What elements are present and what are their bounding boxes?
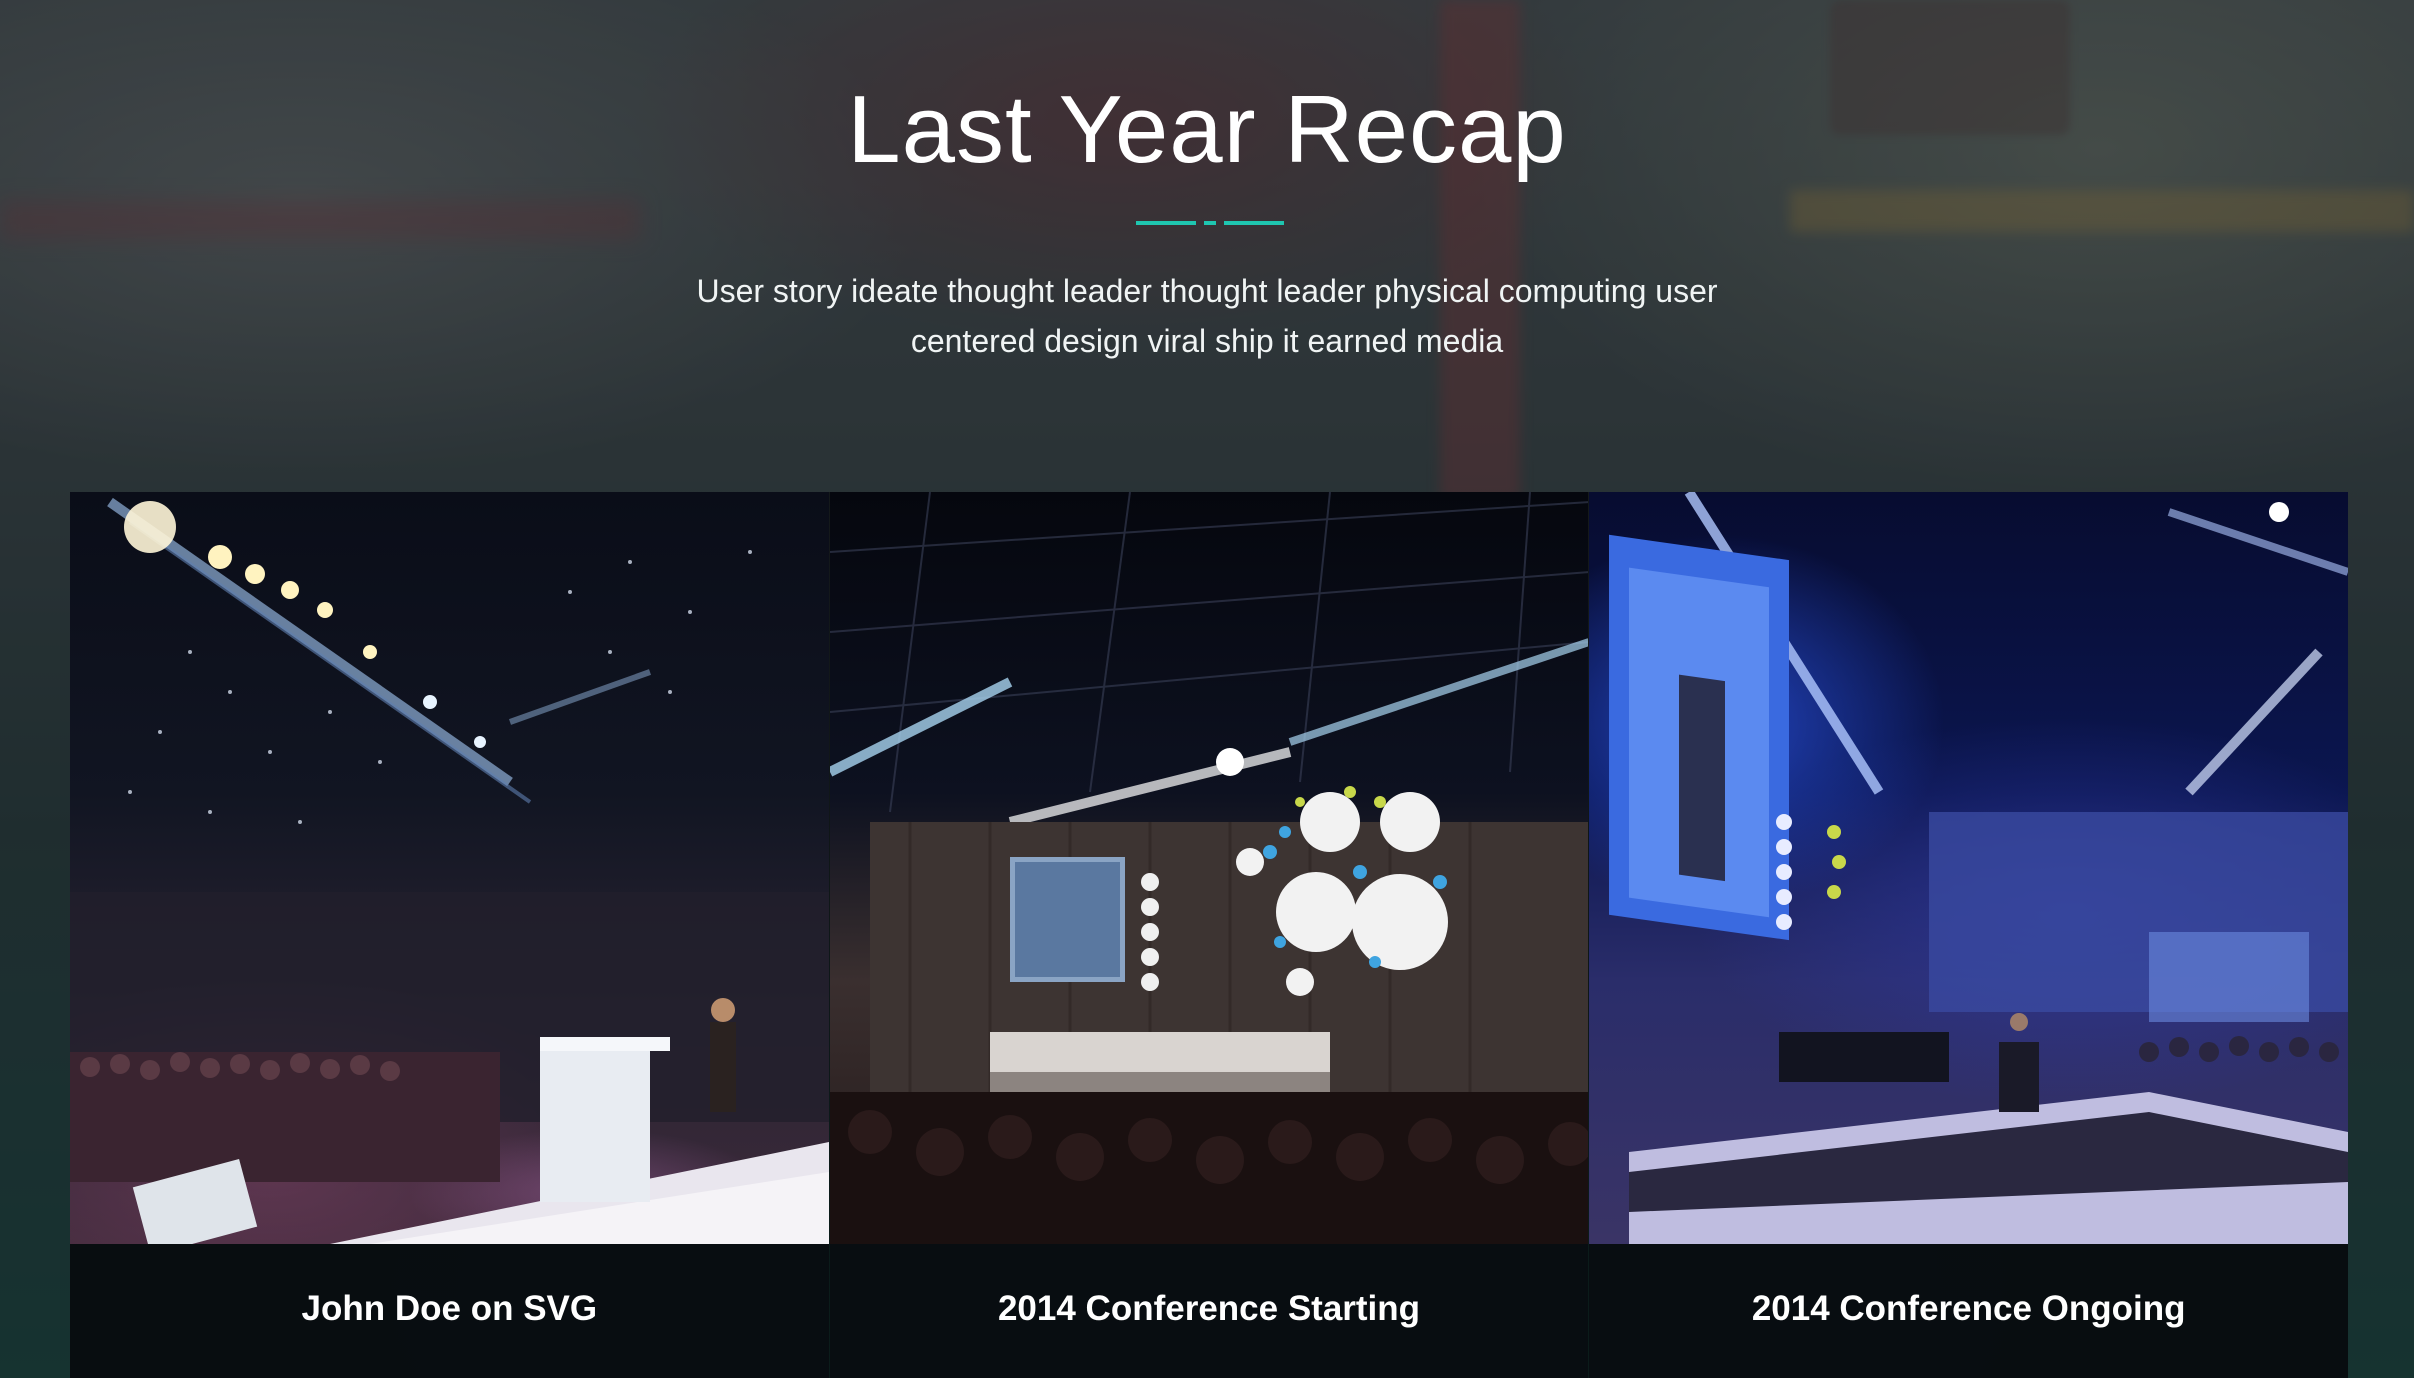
section-subtitle: User story ideate thought leader thought…: [696, 273, 1718, 359]
photo-scene: [70, 497, 829, 1244]
conference-hall-blue-stage-photo: [1589, 492, 2349, 1244]
divider-segment: [1136, 221, 1196, 225]
gallery-item-caption: 2014 Conference Ongoing: [1751, 1289, 2186, 1328]
divider-segment: [1224, 221, 1284, 225]
photo-gallery: John Doe on SVG 2014 Conference Starting…: [70, 492, 2349, 1378]
caption-bar: 2014 Conference Starting: [829, 1244, 1589, 1378]
gallery-item-caption: 2014 Conference Starting: [997, 1289, 1421, 1328]
section-title: Last Year Recap: [847, 76, 1567, 183]
photo-scene: [829, 492, 1589, 1244]
conference-hall-panel-photo: [829, 492, 1589, 1244]
photo-scene: [1609, 492, 2349, 1244]
gallery-item-3[interactable]: 2014 Conference Ongoing: [1589, 492, 2349, 1378]
gallery-item-1[interactable]: John Doe on SVG: [70, 492, 830, 1378]
gallery-item-caption: John Doe on SVG: [301, 1289, 598, 1328]
speaker-on-stage-photo: [70, 492, 829, 1244]
title-divider: [1136, 221, 1284, 225]
caption-bar: John Doe on SVG: [70, 1244, 829, 1378]
gallery-item-2[interactable]: 2014 Conference Starting: [829, 492, 1590, 1378]
recap-section: Last Year Recap User story ideate though…: [0, 0, 2414, 1378]
divider-segment: [1204, 221, 1216, 225]
caption-bar: 2014 Conference Ongoing: [1589, 1244, 2349, 1378]
